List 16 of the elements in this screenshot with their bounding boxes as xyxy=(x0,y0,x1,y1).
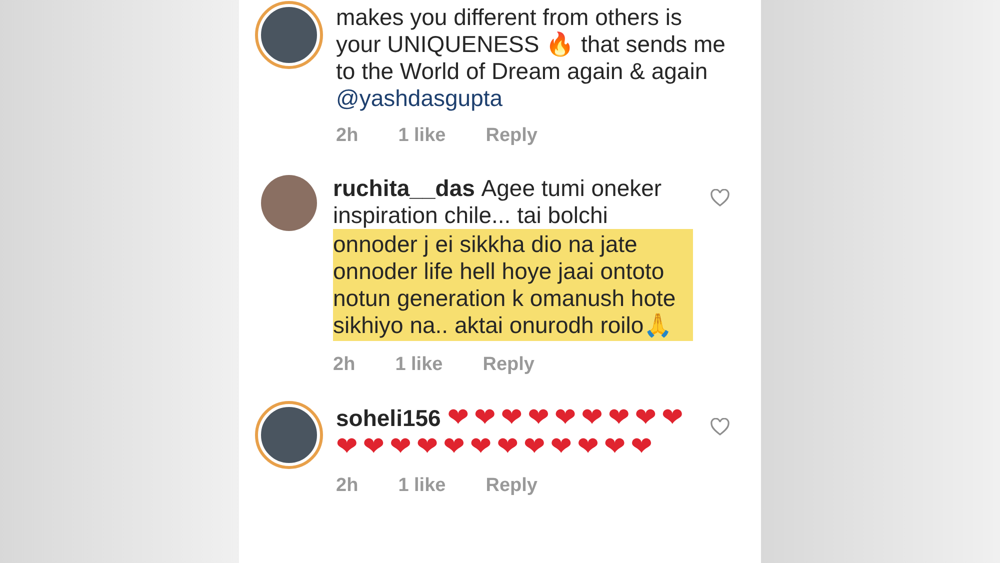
like-count[interactable]: 1 like xyxy=(398,472,446,499)
heart-icon[interactable] xyxy=(709,189,731,207)
heart-icon[interactable] xyxy=(709,418,731,436)
reply-link[interactable]: Reply xyxy=(482,351,534,378)
comment-time: 2h xyxy=(333,353,356,377)
avatar[interactable] xyxy=(258,404,320,466)
comment-text: soheli156 ❤❤❤❤❤❤❤❤❤❤❤❤❤❤❤❤❤❤❤❤❤ xyxy=(336,404,690,462)
comment-time: 2h xyxy=(336,474,358,498)
comment-time: 2h xyxy=(336,124,358,148)
comment-text: makes you different from others is your UNIQUENESS 🔥 that sends me to the World of Dream again & again @yashdasgupta xyxy=(336,4,726,112)
avatar[interactable] xyxy=(258,4,320,66)
reply-link[interactable]: Reply xyxy=(486,472,538,499)
mention-link[interactable]: @yashdasgupta xyxy=(336,85,503,111)
like-count[interactable]: 1 like xyxy=(395,351,443,378)
reply-link[interactable]: Reply xyxy=(486,122,538,149)
like-count[interactable]: 1 like xyxy=(398,122,446,149)
